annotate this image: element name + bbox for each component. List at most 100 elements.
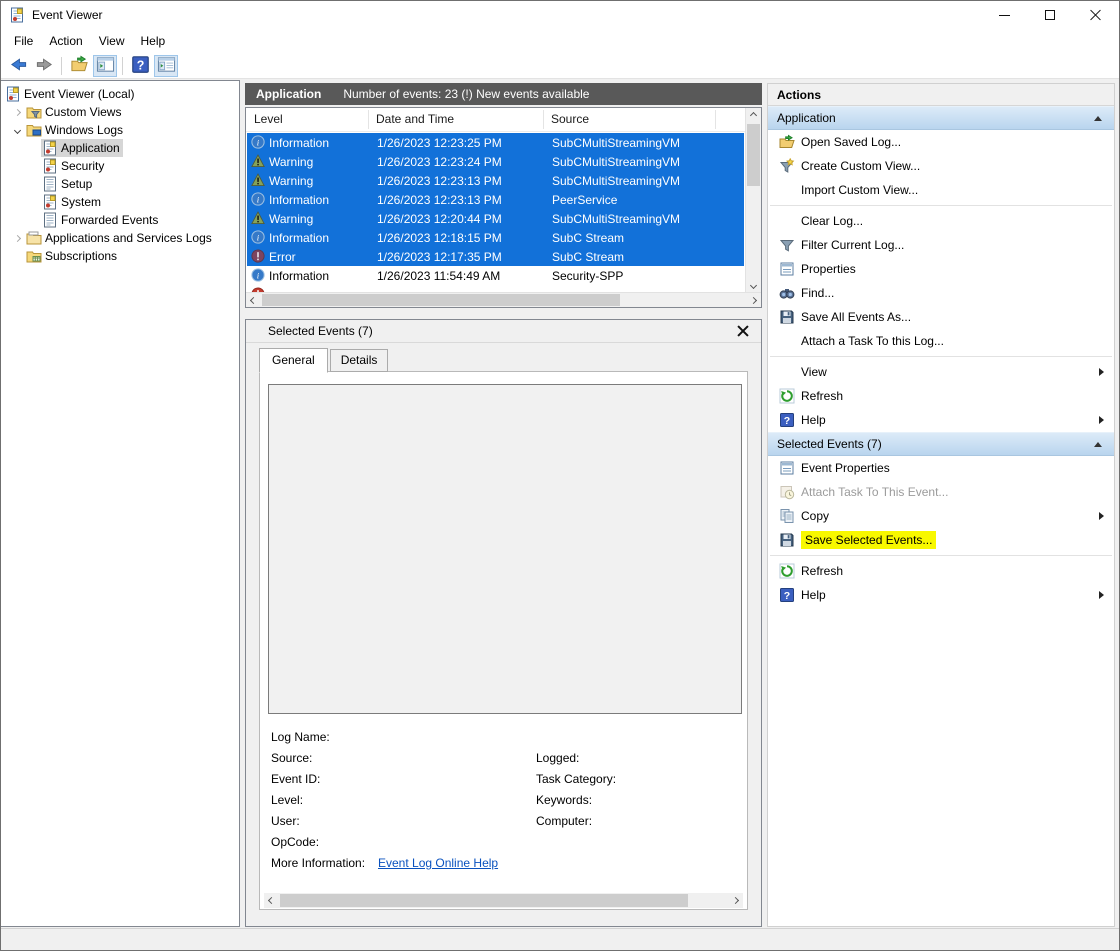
event-row-partial[interactable]	[247, 285, 744, 292]
action-label: Open Saved Log...	[801, 135, 901, 149]
action-import-custom-view[interactable]: Import Custom View...	[768, 178, 1114, 202]
action-properties[interactable]: Properties	[768, 257, 1114, 281]
expand-chevron-icon[interactable]	[9, 110, 25, 115]
event-date-cell: 1/26/2023 12:23:13 PM	[377, 174, 502, 188]
event-row[interactable]: Warning1/26/2023 12:23:13 PMSubCMultiStr…	[247, 171, 744, 190]
tree-item-event-viewer-local-[interactable]: Event Viewer (Local)	[1, 85, 239, 103]
scroll-up-icon[interactable]	[746, 108, 761, 123]
preview-close-icon[interactable]	[736, 324, 750, 338]
preview-title-bar: Selected Events (7)	[246, 320, 761, 343]
actions-section-selected-events-7-[interactable]: Selected Events (7)	[768, 432, 1114, 456]
log-plain-icon	[42, 176, 58, 192]
forward-toolbar-button[interactable]	[32, 55, 56, 77]
action-pane-toolbar-button[interactable]	[154, 55, 178, 77]
column-separator[interactable]	[543, 110, 544, 129]
collapse-arrow-icon[interactable]	[1094, 116, 1102, 121]
event-level-cell: Information	[269, 193, 329, 207]
field-label-opcode-: OpCode:	[271, 835, 319, 849]
column-separator[interactable]	[715, 110, 716, 129]
back-toolbar-button[interactable]	[6, 55, 30, 77]
action-view[interactable]: View	[768, 360, 1114, 384]
action-copy[interactable]: Copy	[768, 504, 1114, 528]
action-help[interactable]: ?Help	[768, 408, 1114, 432]
tree-item-subscriptions[interactable]: Subscriptions	[1, 247, 239, 265]
information-icon: i	[251, 135, 265, 149]
action-attach-a-task-to-this-log[interactable]: Attach a Task To this Log...	[768, 329, 1114, 353]
event-row[interactable]: iInformation1/26/2023 12:18:15 PMSubC St…	[247, 228, 744, 247]
icon-spacer	[779, 182, 795, 198]
attach-task-icon	[779, 484, 795, 500]
scroll-down-icon[interactable]	[746, 278, 761, 293]
column-header-level[interactable]: Level	[254, 112, 283, 126]
event-row[interactable]: Warning1/26/2023 12:23:24 PMSubCMultiStr…	[247, 152, 744, 171]
collapse-chevron-icon[interactable]	[9, 128, 25, 133]
action-label: Help	[801, 413, 826, 427]
column-separator[interactable]	[368, 110, 369, 129]
tree-item-security[interactable]: Security	[1, 157, 239, 175]
menu-action[interactable]: Action	[41, 31, 90, 51]
preview-horizontal-scrollbar[interactable]	[264, 893, 743, 908]
event-list-horizontal-scrollbar[interactable]	[246, 292, 761, 307]
scroll-right-icon[interactable]	[746, 293, 761, 307]
actions-divider	[770, 555, 1112, 556]
tree-item-content: Application	[41, 139, 123, 157]
event-list-vertical-scrollbar[interactable]	[745, 108, 761, 293]
action-create-custom-view[interactable]: Create Custom View...	[768, 154, 1114, 178]
action-help[interactable]: ?Help	[768, 583, 1114, 607]
tab-details[interactable]: Details	[330, 349, 389, 372]
collapse-arrow-icon[interactable]	[1094, 442, 1102, 447]
action-event-properties[interactable]: Event Properties	[768, 456, 1114, 480]
toolbar-separator	[61, 57, 62, 75]
console-tree-toolbar-button[interactable]	[93, 55, 117, 77]
action-clear-log[interactable]: Clear Log...	[768, 209, 1114, 233]
scroll-left-icon[interactable]	[246, 293, 261, 307]
tree-item-application[interactable]: Application	[1, 139, 239, 157]
folder-services-icon	[26, 230, 42, 246]
event-description-box	[268, 384, 742, 714]
tree-item-forwarded-events[interactable]: Forwarded Events	[1, 211, 239, 229]
action-find[interactable]: Find...	[768, 281, 1114, 305]
scroll-right-icon[interactable]	[728, 893, 743, 908]
event-row[interactable]: iInformation1/26/2023 11:54:49 AMSecurit…	[247, 266, 744, 285]
action-label: Copy	[801, 509, 829, 523]
expand-chevron-icon[interactable]	[9, 236, 25, 241]
field-label-event-id-: Event ID:	[271, 772, 320, 786]
tree-item-custom-views[interactable]: Custom Views	[1, 103, 239, 121]
column-header-date-and-time[interactable]: Date and Time	[376, 112, 454, 126]
action-save-selected-events[interactable]: Save Selected Events...	[768, 528, 1114, 552]
action-filter-current-log[interactable]: Filter Current Log...	[768, 233, 1114, 257]
error-icon	[251, 249, 265, 263]
event-row[interactable]: iInformation1/26/2023 12:23:25 PMSubCMul…	[247, 133, 744, 152]
event-row[interactable]: Error1/26/2023 12:17:35 PMSubC Stream	[247, 247, 744, 266]
event-row[interactable]: iInformation1/26/2023 12:23:13 PMPeerSer…	[247, 190, 744, 209]
action-save-all-events-as[interactable]: Save All Events As...	[768, 305, 1114, 329]
close-icon[interactable]	[1073, 1, 1119, 29]
menu-help[interactable]: Help	[133, 31, 174, 51]
tree-item-applications-and-services-logs[interactable]: Applications and Services Logs	[1, 229, 239, 247]
tree-item-windows-logs[interactable]: Windows Logs	[1, 121, 239, 139]
tab-general[interactable]: General	[259, 348, 328, 373]
tree-item-system[interactable]: System	[1, 193, 239, 211]
action-refresh[interactable]: Refresh	[768, 384, 1114, 408]
menu-file[interactable]: File	[6, 31, 41, 51]
subscriptions-icon	[26, 248, 42, 264]
scroll-left-icon[interactable]	[264, 893, 279, 908]
menu-view[interactable]: View	[91, 31, 133, 51]
copy-icon	[779, 508, 795, 524]
export-toolbar-button[interactable]	[67, 55, 91, 77]
horizontal-scroll-thumb[interactable]	[280, 894, 688, 907]
properties-icon	[779, 460, 795, 476]
help-toolbar-button[interactable]: ?	[128, 55, 152, 77]
actions-section-application[interactable]: Application	[768, 106, 1114, 130]
action-open-saved-log[interactable]: Open Saved Log...	[768, 130, 1114, 154]
tree-item-label: Custom Views	[45, 105, 121, 119]
minimize-icon[interactable]	[981, 1, 1027, 29]
action-refresh[interactable]: Refresh	[768, 559, 1114, 583]
horizontal-scroll-thumb[interactable]	[262, 294, 620, 306]
column-header-source[interactable]: Source	[551, 112, 589, 126]
maximize-icon[interactable]	[1027, 1, 1073, 29]
event-log-online-help-link[interactable]: Event Log Online Help	[378, 856, 498, 870]
vertical-scroll-thumb[interactable]	[747, 124, 760, 186]
tree-item-setup[interactable]: Setup	[1, 175, 239, 193]
event-row[interactable]: Warning1/26/2023 12:20:44 PMSubCMultiStr…	[247, 209, 744, 228]
